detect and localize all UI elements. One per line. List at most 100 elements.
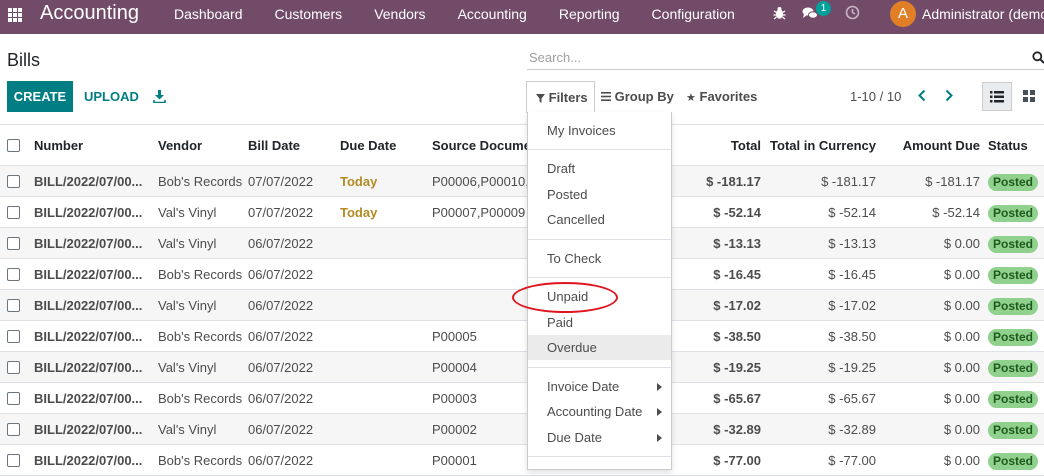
filter-accounting-date[interactable]: Accounting Date: [528, 399, 671, 424]
upload-button[interactable]: UPLOAD: [84, 81, 139, 112]
cell-status: Posted: [988, 259, 1039, 290]
table-row[interactable]: BILL/2022/07/00... Bob's Records 06/07/202…: [0, 259, 1044, 290]
cell-total-in-currency: $ -32.89: [828, 422, 876, 437]
filter-unpaid[interactable]: Unpaid: [528, 284, 671, 309]
filter-paid[interactable]: Paid: [528, 310, 671, 335]
table-row[interactable]: BILL/2022/07/00... Bob's Records 06/07/202…: [0, 445, 1044, 476]
filters-button[interactable]: Filters: [526, 81, 595, 113]
cell-bill-date: 06/07/2022: [248, 267, 314, 282]
caret-right-icon: [657, 408, 662, 416]
row-checkbox[interactable]: [7, 268, 20, 281]
cell-status: Posted: [988, 352, 1039, 383]
row-checkbox[interactable]: [7, 361, 20, 374]
header-due-date[interactable]: Due Date: [340, 125, 426, 167]
filters-label: Filters: [548, 90, 588, 105]
row-checkbox[interactable]: [7, 237, 20, 250]
header-amount-due[interactable]: Amount Due: [903, 125, 980, 167]
apps-grid-icon[interactable]: [8, 8, 22, 22]
favorites-button[interactable]: ★ Favorites: [686, 81, 757, 113]
row-checkbox[interactable]: [7, 423, 20, 436]
search-icon[interactable]: [1032, 51, 1044, 64]
filter-to-check[interactable]: To Check: [528, 246, 671, 271]
user-menu[interactable]: Administrator (demo): [922, 6, 1044, 22]
status-badge: Posted: [988, 453, 1039, 470]
create-button[interactable]: CREATE: [7, 81, 73, 112]
row-checkbox[interactable]: [7, 454, 20, 467]
cell-number: BILL/2022/07/00...: [34, 298, 143, 313]
filter-overdue[interactable]: Overdue: [528, 335, 671, 360]
search-input[interactable]: [527, 47, 1017, 67]
table-row[interactable]: BILL/2022/07/00... Bob's Records 07/07/202…: [0, 166, 1044, 197]
filter-accounting-date-label: Accounting Date: [547, 404, 643, 419]
clock-icon[interactable]: [845, 5, 860, 20]
cell-total: $ -38.50: [713, 329, 761, 344]
chevron-right-icon[interactable]: [944, 89, 954, 102]
app-name[interactable]: Accounting: [40, 2, 139, 25]
cell-status: Posted: [988, 197, 1039, 228]
table-row[interactable]: BILL/2022/07/00... Val's Vinyl 07/07/2022 T…: [0, 197, 1044, 228]
select-all-checkbox[interactable]: [7, 139, 20, 152]
cell-amount-due: $ 0.00: [943, 267, 980, 282]
table-row[interactable]: BILL/2022/07/00... Val's Vinyl 06/07/2022 $…: [0, 228, 1044, 259]
cell-vendor: Val's Vinyl: [158, 422, 217, 437]
cell-due-date: Today: [340, 205, 378, 220]
menu-reporting[interactable]: Reporting: [543, 0, 636, 34]
menu-accounting[interactable]: Accounting: [442, 0, 543, 34]
menu-vendors[interactable]: Vendors: [358, 0, 441, 34]
cell-bill-date: 06/07/2022: [248, 298, 314, 313]
cell-vendor: Bob's Records: [158, 174, 243, 189]
chevron-left-icon[interactable]: [917, 89, 927, 102]
table-row[interactable]: BILL/2022/07/00... Val's Vinyl 06/07/2022 P…: [0, 352, 1044, 383]
table-row[interactable]: BILL/2022/07/00... Val's Vinyl 06/07/2022 P…: [0, 414, 1044, 445]
cell-total-in-currency: $ -181.17: [821, 174, 876, 189]
cell-vendor: Val's Vinyl: [158, 360, 217, 375]
group-by-button[interactable]: Group By: [601, 81, 674, 113]
table-row[interactable]: BILL/2022/07/00... Bob's Records 06/07/202…: [0, 321, 1044, 352]
filter-draft[interactable]: Draft: [528, 156, 671, 181]
cell-due-date: Today: [340, 174, 378, 189]
filter-cancelled[interactable]: Cancelled: [528, 207, 671, 232]
menu-configuration[interactable]: Configuration: [636, 0, 751, 34]
table-row[interactable]: BILL/2022/07/00... Val's Vinyl 06/07/2022 $…: [0, 290, 1044, 321]
filter-posted[interactable]: Posted: [528, 182, 671, 207]
pager-value[interactable]: 1-10 / 10: [850, 89, 901, 104]
star-icon: ★: [686, 92, 696, 104]
header-source-document[interactable]: Source Documen: [432, 125, 527, 167]
status-badge: Posted: [988, 205, 1039, 222]
kanban-view-button[interactable]: [1016, 82, 1044, 111]
table-row[interactable]: BILL/2022/07/00... Bob's Records 06/07/202…: [0, 383, 1044, 414]
filter-my-invoices[interactable]: My Invoices: [528, 118, 671, 143]
row-checkbox[interactable]: [7, 330, 20, 343]
bug-icon[interactable]: [773, 6, 786, 20]
cell-source-document: P00003: [432, 391, 477, 406]
cell-vendor: Val's Vinyl: [158, 298, 217, 313]
cell-total: $ -65.67: [713, 391, 761, 406]
header-total[interactable]: Total: [731, 125, 761, 167]
list-view-button[interactable]: [982, 82, 1012, 111]
header-number[interactable]: Number: [34, 125, 152, 167]
header-total-in-currency[interactable]: Total in Currency: [770, 125, 876, 167]
row-checkbox[interactable]: [7, 392, 20, 405]
header-status[interactable]: Status: [988, 125, 1028, 167]
filter-invoice-date[interactable]: Invoice Date: [528, 374, 671, 399]
header-bill-date[interactable]: Bill Date: [248, 125, 336, 167]
row-checkbox[interactable]: [7, 175, 20, 188]
row-checkbox[interactable]: [7, 299, 20, 312]
cell-vendor: Val's Vinyl: [158, 205, 217, 220]
cell-number: BILL/2022/07/00...: [34, 174, 143, 189]
row-checkbox[interactable]: [7, 206, 20, 219]
download-icon[interactable]: [153, 90, 166, 103]
filters-dropdown: My Invoices Draft Posted Cancelled To Ch…: [527, 112, 672, 470]
avatar[interactable]: A: [890, 1, 916, 27]
status-badge: Posted: [988, 360, 1039, 377]
cell-number: BILL/2022/07/00...: [34, 422, 143, 437]
cell-amount-due: $ 0.00: [943, 422, 980, 437]
cell-total: $ -16.45: [713, 267, 761, 282]
cell-amount-due: $ 0.00: [943, 453, 980, 468]
menu-dashboard[interactable]: Dashboard: [158, 0, 259, 34]
cell-status: Posted: [988, 321, 1039, 352]
cell-number: BILL/2022/07/00...: [34, 329, 143, 344]
header-vendor[interactable]: Vendor: [158, 125, 244, 167]
menu-customers[interactable]: Customers: [259, 0, 359, 34]
filter-due-date[interactable]: Due Date: [528, 425, 671, 450]
